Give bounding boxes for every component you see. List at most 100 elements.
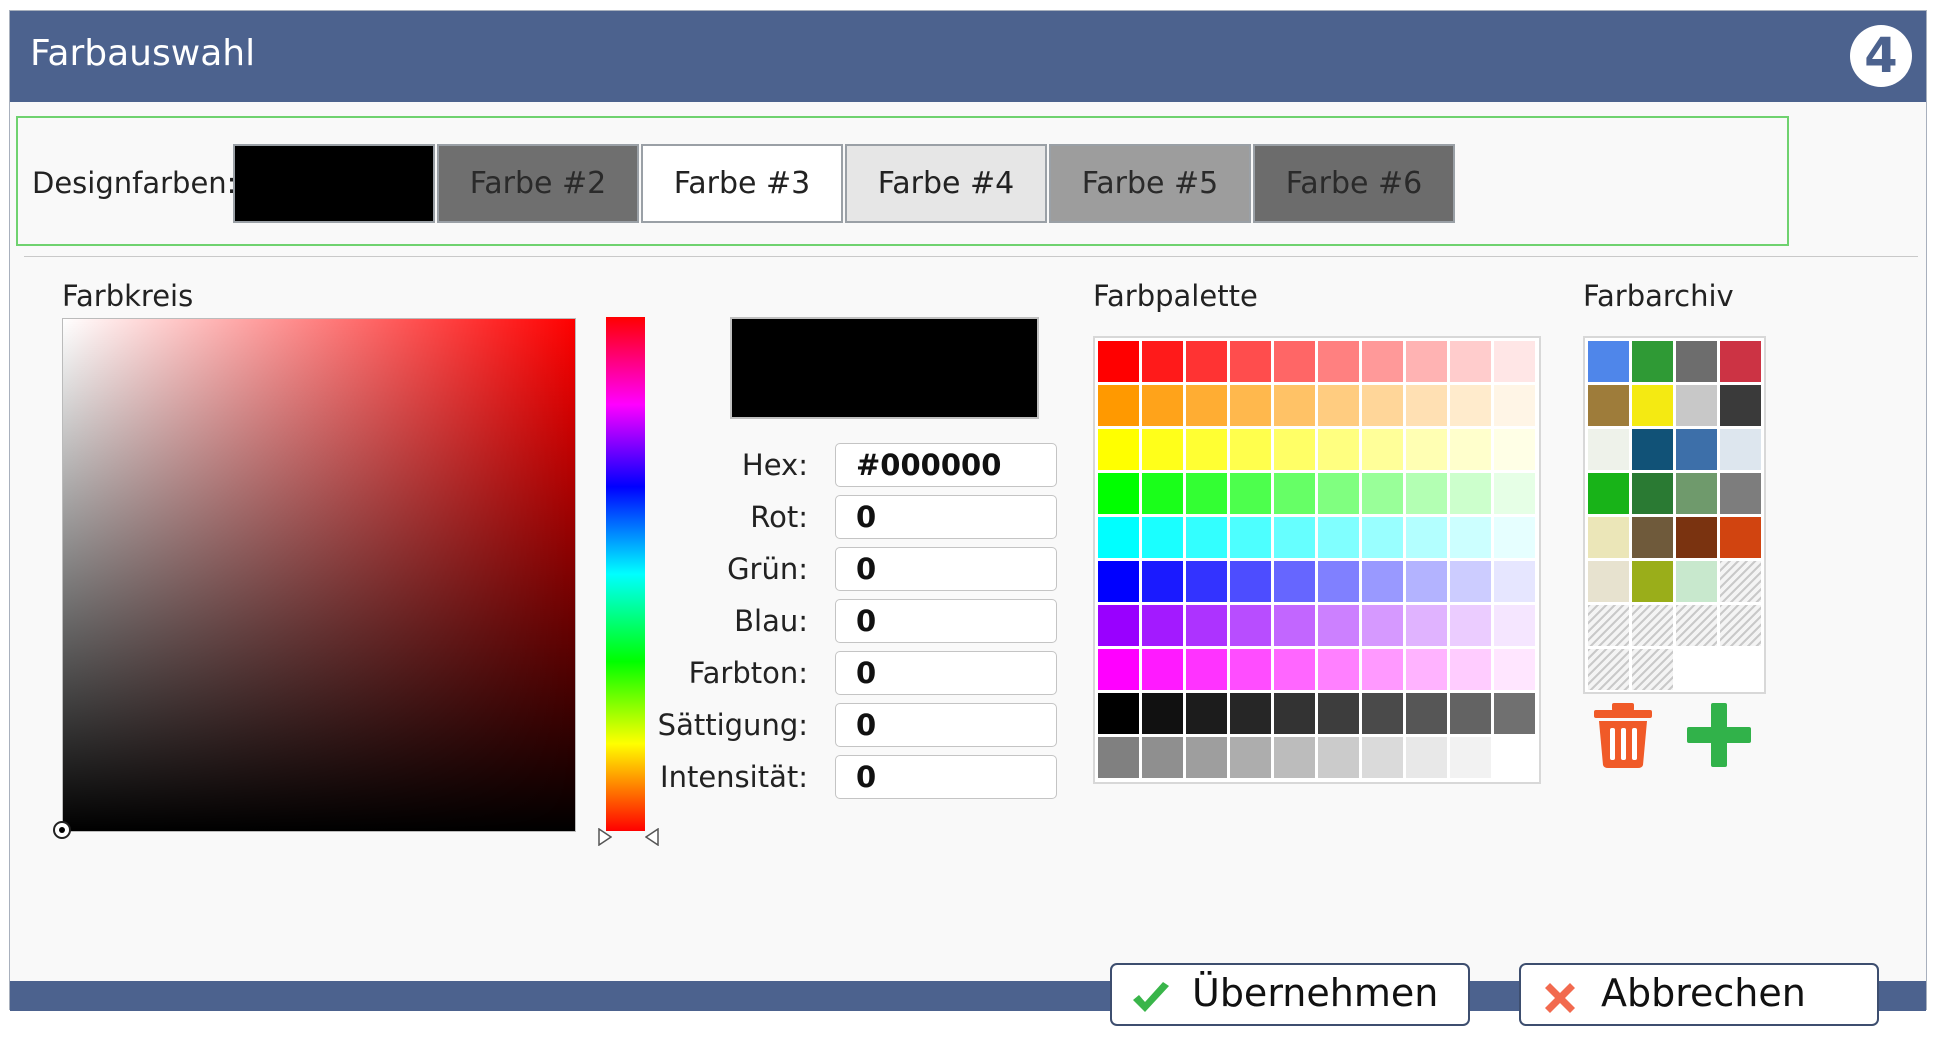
palette-swatch[interactable]	[1318, 341, 1359, 382]
archive-swatch[interactable]	[1676, 561, 1717, 602]
palette-swatch[interactable]	[1274, 517, 1315, 558]
archive-swatch[interactable]	[1720, 473, 1761, 514]
palette-swatch[interactable]	[1494, 517, 1535, 558]
saturation-value-field[interactable]	[62, 318, 576, 832]
palette-swatch[interactable]	[1362, 605, 1403, 646]
design-swatch-2[interactable]: Farbe #2	[437, 144, 639, 223]
archive-empty-slot[interactable]	[1632, 649, 1673, 690]
palette-swatch[interactable]	[1318, 517, 1359, 558]
archive-swatch[interactable]	[1588, 561, 1629, 602]
palette-swatch[interactable]	[1230, 385, 1271, 426]
palette-swatch[interactable]	[1098, 429, 1139, 470]
palette-swatch[interactable]	[1230, 517, 1271, 558]
archive-swatch[interactable]	[1588, 429, 1629, 470]
palette-swatch[interactable]	[1494, 693, 1535, 734]
palette-swatch[interactable]	[1186, 561, 1227, 602]
archive-swatch[interactable]	[1632, 385, 1673, 426]
palette-swatch[interactable]	[1230, 649, 1271, 690]
red-input[interactable]: 0	[835, 495, 1057, 539]
palette-swatch[interactable]	[1098, 693, 1139, 734]
palette-swatch[interactable]	[1406, 693, 1447, 734]
palette-swatch[interactable]	[1406, 605, 1447, 646]
palette-swatch[interactable]	[1318, 649, 1359, 690]
palette-swatch[interactable]	[1230, 605, 1271, 646]
design-swatch-1[interactable]	[233, 144, 435, 223]
palette-swatch[interactable]	[1142, 737, 1183, 778]
palette-swatch[interactable]	[1406, 737, 1447, 778]
palette-swatch[interactable]	[1274, 341, 1315, 382]
palette-swatch[interactable]	[1186, 649, 1227, 690]
palette-swatch[interactable]	[1230, 693, 1271, 734]
hue-marker-right-icon[interactable]	[645, 828, 659, 846]
palette-swatch[interactable]	[1318, 561, 1359, 602]
palette-swatch[interactable]	[1230, 737, 1271, 778]
palette-swatch[interactable]	[1098, 737, 1139, 778]
palette-swatch[interactable]	[1274, 429, 1315, 470]
palette-swatch[interactable]	[1142, 649, 1183, 690]
archive-empty-slot[interactable]	[1720, 561, 1761, 602]
palette-swatch[interactable]	[1098, 561, 1139, 602]
archive-swatch[interactable]	[1588, 385, 1629, 426]
palette-swatch[interactable]	[1230, 341, 1271, 382]
green-input[interactable]: 0	[835, 547, 1057, 591]
palette-swatch[interactable]	[1274, 561, 1315, 602]
palette-swatch[interactable]	[1318, 693, 1359, 734]
palette-swatch[interactable]	[1494, 341, 1535, 382]
saturation-value-cursor[interactable]	[53, 821, 71, 839]
archive-empty-slot[interactable]	[1588, 605, 1629, 646]
palette-swatch[interactable]	[1494, 737, 1535, 778]
archive-empty-slot[interactable]	[1632, 605, 1673, 646]
palette-swatch[interactable]	[1362, 649, 1403, 690]
archive-swatch[interactable]	[1720, 517, 1761, 558]
palette-swatch[interactable]	[1142, 693, 1183, 734]
palette-swatch[interactable]	[1142, 561, 1183, 602]
palette-swatch[interactable]	[1274, 605, 1315, 646]
palette-swatch[interactable]	[1098, 649, 1139, 690]
archive-swatch[interactable]	[1676, 517, 1717, 558]
palette-swatch[interactable]	[1318, 473, 1359, 514]
palette-swatch[interactable]	[1142, 517, 1183, 558]
palette-swatch[interactable]	[1406, 649, 1447, 690]
palette-swatch[interactable]	[1406, 517, 1447, 558]
palette-swatch[interactable]	[1450, 341, 1491, 382]
palette-swatch[interactable]	[1494, 385, 1535, 426]
palette-swatch[interactable]	[1186, 517, 1227, 558]
palette-swatch[interactable]	[1142, 385, 1183, 426]
palette-swatch[interactable]	[1274, 737, 1315, 778]
palette-swatch[interactable]	[1494, 605, 1535, 646]
palette-swatch[interactable]	[1406, 385, 1447, 426]
hex-input[interactable]: #000000	[835, 443, 1057, 487]
palette-swatch[interactable]	[1450, 429, 1491, 470]
palette-swatch[interactable]	[1274, 649, 1315, 690]
palette-swatch[interactable]	[1186, 473, 1227, 514]
palette-swatch[interactable]	[1450, 473, 1491, 514]
saturation-input[interactable]: 0	[835, 703, 1057, 747]
palette-swatch[interactable]	[1186, 693, 1227, 734]
archive-swatch[interactable]	[1632, 473, 1673, 514]
palette-swatch[interactable]	[1186, 385, 1227, 426]
archive-swatch[interactable]	[1632, 561, 1673, 602]
palette-swatch[interactable]	[1406, 429, 1447, 470]
apply-button[interactable]: Übernehmen	[1110, 963, 1470, 1026]
archive-swatch[interactable]	[1676, 341, 1717, 382]
palette-swatch[interactable]	[1098, 385, 1139, 426]
palette-swatch[interactable]	[1186, 341, 1227, 382]
palette-swatch[interactable]	[1450, 561, 1491, 602]
palette-swatch[interactable]	[1362, 737, 1403, 778]
palette-swatch[interactable]	[1230, 561, 1271, 602]
palette-swatch[interactable]	[1186, 429, 1227, 470]
archive-swatch[interactable]	[1720, 341, 1761, 382]
palette-swatch[interactable]	[1450, 385, 1491, 426]
palette-swatch[interactable]	[1186, 605, 1227, 646]
palette-swatch[interactable]	[1098, 341, 1139, 382]
add-icon[interactable]	[1685, 701, 1753, 769]
palette-swatch[interactable]	[1274, 385, 1315, 426]
palette-swatch[interactable]	[1362, 341, 1403, 382]
archive-swatch[interactable]	[1720, 429, 1761, 470]
archive-empty-slot[interactable]	[1720, 605, 1761, 646]
design-swatch-3[interactable]: Farbe #3	[641, 144, 843, 223]
hue-marker-left-icon[interactable]	[598, 828, 612, 846]
archive-swatch[interactable]	[1720, 385, 1761, 426]
archive-empty-slot[interactable]	[1588, 649, 1629, 690]
palette-swatch[interactable]	[1142, 473, 1183, 514]
